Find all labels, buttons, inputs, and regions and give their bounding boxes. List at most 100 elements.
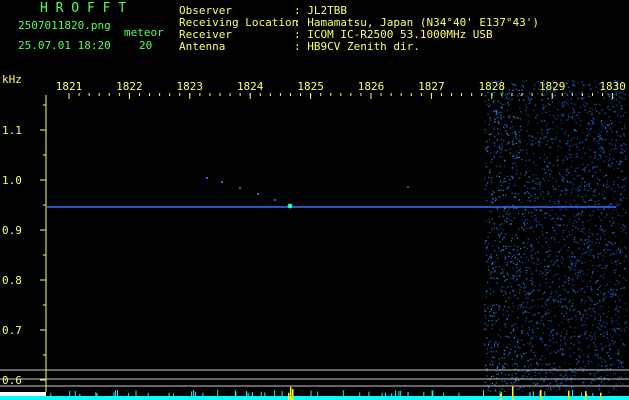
level-spike: [117, 390, 118, 400]
noise-speck: [589, 185, 591, 187]
noise-speck: [508, 255, 510, 258]
noise-speck: [580, 319, 582, 321]
noise-speck: [564, 375, 566, 377]
noise-speck: [618, 363, 620, 365]
noise-speck: [614, 308, 616, 310]
noise-speck: [531, 345, 533, 348]
noise-speck: [518, 99, 520, 101]
noise-speck: [609, 109, 611, 111]
noise-speck: [504, 257, 506, 259]
noise-speck: [592, 117, 594, 119]
noise-speck: [613, 319, 615, 321]
level-spike: [398, 391, 400, 400]
noise-speck: [583, 252, 585, 255]
noise-speck: [512, 275, 514, 277]
noise-speck: [498, 112, 500, 114]
noise-speck: [567, 167, 569, 169]
noise-speck: [537, 327, 539, 329]
noise-speck: [548, 363, 550, 365]
noise-speck: [623, 143, 625, 145]
noise-speck: [503, 353, 505, 355]
noise-speck: [620, 193, 622, 195]
noise-speck: [591, 199, 593, 201]
noise-speck: [495, 341, 497, 343]
noise-speck: [549, 371, 552, 373]
noise-speck: [533, 289, 535, 291]
noise-speck: [523, 290, 525, 293]
noise-speck: [579, 189, 581, 191]
meteor-echo: [287, 203, 293, 209]
noise-speck: [593, 268, 595, 270]
noise-speck: [594, 316, 597, 318]
y-tick-label: 1.1: [2, 124, 22, 137]
noise-speck: [486, 246, 488, 248]
noise-speck: [617, 184, 619, 186]
level-spike-strong: [540, 390, 542, 400]
noise-speck: [545, 111, 547, 113]
level-spike: [592, 393, 594, 400]
noise-speck: [603, 288, 605, 290]
noise-speck: [587, 247, 589, 249]
noise-speck: [511, 192, 513, 195]
noise-speck: [573, 371, 575, 373]
noise-speck: [595, 225, 597, 227]
noise-speck: [516, 354, 518, 356]
noise-speck: [530, 256, 532, 258]
noise-speck: [566, 143, 569, 145]
noise-speck: [507, 286, 509, 288]
level-spike: [74, 391, 76, 400]
noise-speck: [594, 195, 596, 197]
noise-speck: [531, 257, 533, 259]
noise-speck: [598, 228, 600, 230]
noise-speck: [604, 234, 606, 236]
noise-speck: [587, 363, 589, 365]
noise-speck: [514, 117, 516, 119]
noise-speck: [536, 132, 539, 134]
noise-speck: [517, 297, 519, 299]
noise-speck: [552, 121, 554, 123]
noise-speck: [500, 117, 502, 119]
noise-speck: [494, 250, 496, 252]
noise-speck: [552, 372, 554, 375]
noise-speck: [566, 119, 568, 121]
noise-speck: [578, 359, 580, 362]
noise-speck: [605, 175, 607, 177]
noise-speck: [625, 180, 627, 182]
noise-speck: [610, 165, 612, 167]
noise-speck: [579, 272, 581, 274]
noise-speck: [558, 202, 560, 204]
noise-speck: [512, 90, 514, 92]
noise-speck: [591, 361, 593, 363]
noise-speck: [615, 263, 617, 266]
noise-speck: [528, 329, 531, 331]
noise-speck: [494, 200, 496, 202]
noise-speck: [516, 207, 518, 209]
noise-speck: [621, 186, 623, 188]
noise-speck: [498, 236, 501, 238]
noise-speck: [602, 183, 605, 185]
noise-speck: [601, 120, 603, 122]
noise-speck: [596, 165, 598, 168]
noise-speck: [559, 388, 561, 390]
noise-speck: [580, 213, 582, 215]
noise-speck: [625, 104, 627, 106]
noise-speck: [596, 270, 599, 272]
level-spike: [235, 392, 237, 400]
noise-speck: [589, 89, 591, 91]
noise-speck: [611, 293, 613, 295]
noise-speck: [489, 231, 491, 234]
noise-speck: [527, 360, 529, 362]
noise-speck: [600, 124, 603, 126]
noise-speck: [565, 373, 567, 375]
noise-speck: [605, 264, 607, 266]
noise-speck: [615, 389, 617, 392]
noise-speck: [525, 104, 527, 107]
noise-speck: [508, 89, 510, 91]
noise-speck: [610, 203, 612, 205]
noise-speck: [511, 167, 513, 169]
noise-speck: [543, 94, 545, 97]
noise-speck: [618, 121, 621, 123]
noise-speck: [595, 242, 597, 244]
noise-speck: [598, 322, 600, 325]
noise-speck: [570, 305, 573, 307]
